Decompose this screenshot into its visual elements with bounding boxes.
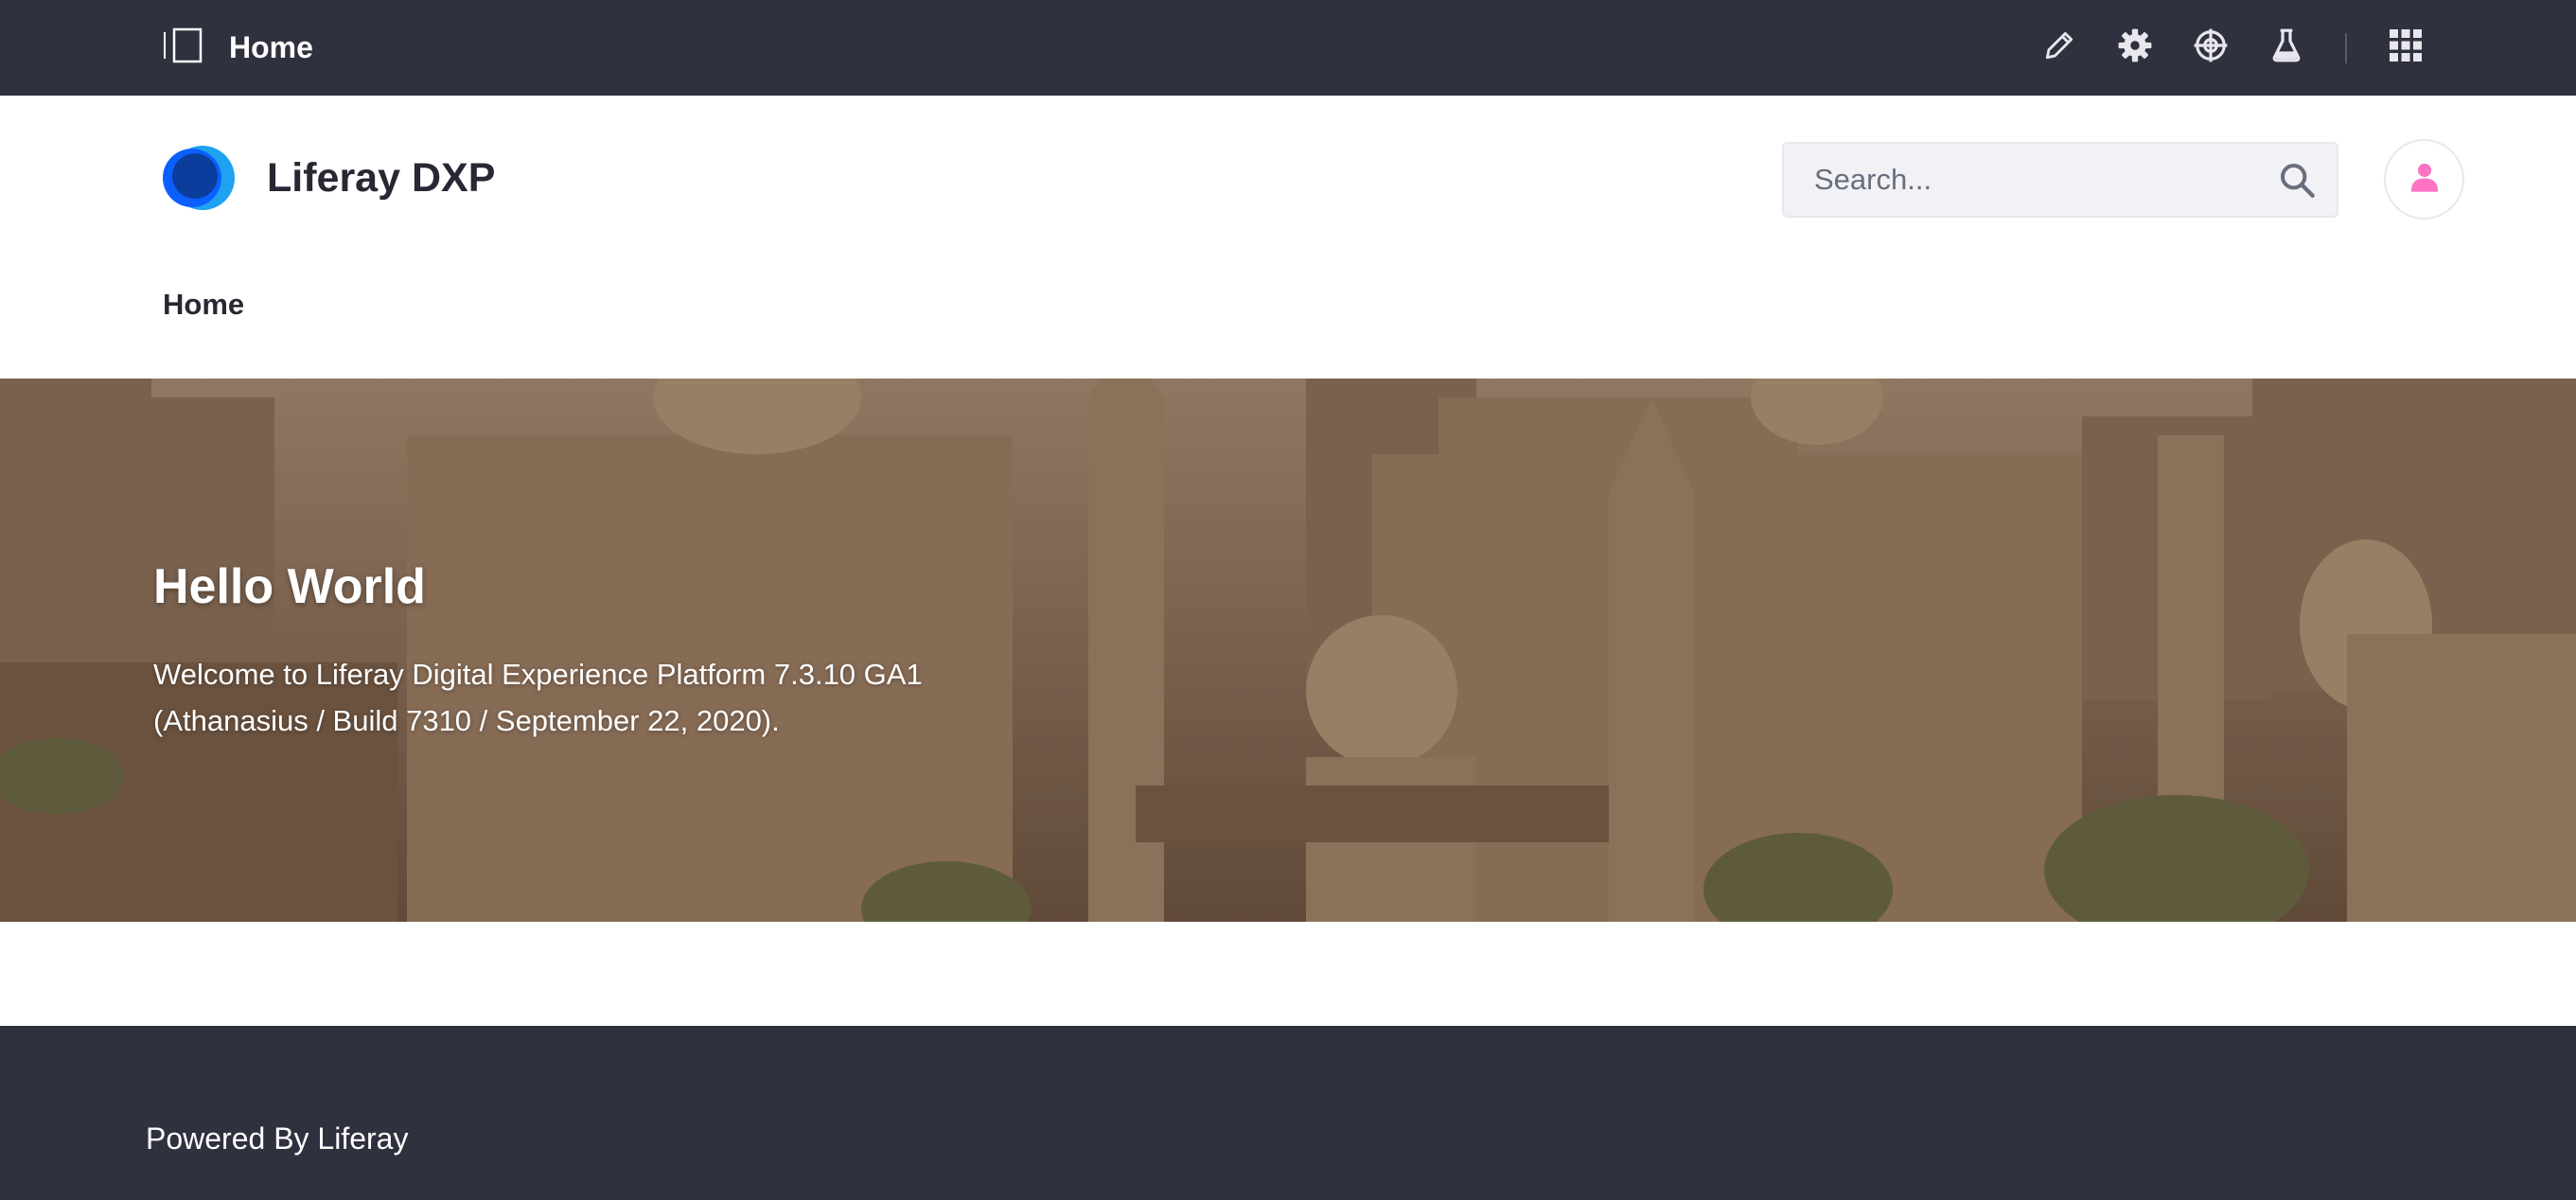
control-menu-divider [2345, 32, 2347, 63]
control-menu: Home [0, 0, 2576, 96]
page-title: Home [229, 30, 313, 64]
banner-description: Welcome to Liferay Digital Experience Pl… [153, 651, 1005, 744]
cityscape-background-image [0, 379, 2576, 922]
flask-icon [2268, 27, 2304, 68]
search-bar [1782, 142, 2338, 218]
grid-icon [2390, 29, 2422, 66]
banner-title: Hello World [153, 559, 426, 614]
search-input[interactable] [1784, 144, 2257, 216]
control-menu-left: Home [163, 0, 313, 96]
search-button[interactable] [2278, 161, 2316, 199]
control-menu-right [2021, 0, 2444, 96]
pencil-icon [2041, 27, 2077, 68]
footer-powered-by: Powered By Liferay [146, 1121, 409, 1156]
banner-description-line-1: Welcome to Liferay Digital Experience Pl… [153, 658, 923, 691]
target-icon [2193, 27, 2229, 68]
sidebar-toggle-icon [163, 26, 204, 69]
hero-banner: Hello World Welcome to Liferay Digital E… [0, 379, 2576, 922]
site-logo[interactable] [161, 144, 237, 216]
gear-icon [2117, 27, 2153, 68]
site-footer: Powered By Liferay [0, 1026, 2576, 1200]
banner-description-line-2: (Athanasius / Build 7310 / September 22,… [153, 704, 780, 737]
search-icon [2278, 164, 2316, 203]
sidebar-toggle-button[interactable] [163, 26, 204, 69]
configuration-button[interactable] [2097, 10, 2173, 86]
applications-menu-button[interactable] [2368, 10, 2444, 86]
liferay-logo-icon [163, 146, 235, 210]
user-icon [2408, 161, 2441, 198]
experiments-button[interactable] [2249, 10, 2324, 86]
nav-item-home[interactable]: Home [163, 288, 244, 322]
edit-button[interactable] [2021, 10, 2097, 86]
user-avatar-button[interactable] [2384, 139, 2464, 220]
simulation-button[interactable] [2173, 10, 2249, 86]
site-header: Liferay DXP Home [0, 96, 2576, 379]
site-name[interactable]: Liferay DXP [267, 155, 495, 202]
